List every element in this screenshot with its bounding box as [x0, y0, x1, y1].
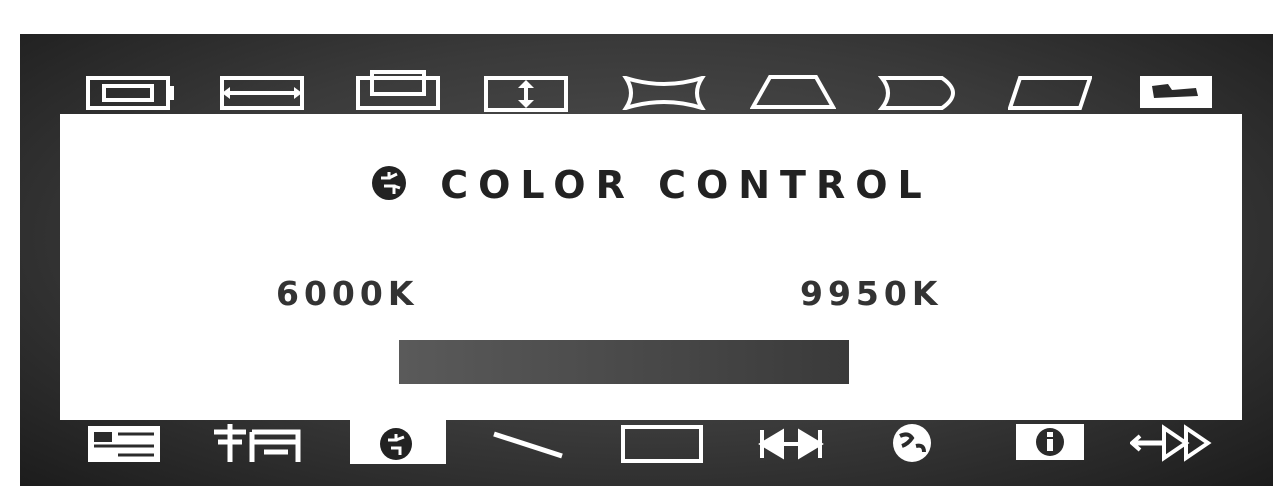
h-position-icon[interactable] [220, 76, 304, 110]
range-max-label: 9950K [800, 274, 943, 313]
pincushion-icon[interactable] [622, 76, 706, 110]
pin-balance-icon[interactable] [878, 76, 968, 110]
info-icon[interactable] [1014, 422, 1086, 462]
title-row: COLOR CONTROL [60, 160, 1242, 210]
moire-icon[interactable] [490, 430, 566, 460]
page-title: COLOR CONTROL [440, 163, 932, 207]
h-size-icon[interactable] [86, 76, 176, 110]
bottom-icon-bar [20, 420, 1273, 486]
color-control-icon[interactable] [376, 426, 416, 462]
v-position-icon[interactable] [484, 76, 568, 112]
osd-menu-icon[interactable] [86, 424, 162, 464]
top-icon-bar [20, 34, 1273, 114]
input-source-icon[interactable] [1130, 422, 1212, 464]
color-palette-icon [370, 164, 408, 206]
degauss-icon[interactable] [212, 422, 302, 464]
range-min-label: 6000K [276, 274, 419, 313]
osd-menu: COLOR CONTROL 6000K 9950K [20, 34, 1273, 486]
content-panel: COLOR CONTROL 6000K 9950K [60, 114, 1242, 420]
rotation-icon[interactable] [1138, 74, 1214, 110]
trapezoid-icon[interactable] [750, 74, 836, 110]
geometry-icon[interactable] [620, 424, 704, 464]
v-size-icon[interactable] [356, 70, 440, 110]
language-icon[interactable] [890, 422, 934, 464]
color-temperature-slider[interactable] [399, 340, 849, 384]
parallelogram-icon[interactable] [1008, 76, 1092, 110]
slider-fill [399, 340, 849, 384]
focus-icon[interactable] [758, 426, 824, 462]
